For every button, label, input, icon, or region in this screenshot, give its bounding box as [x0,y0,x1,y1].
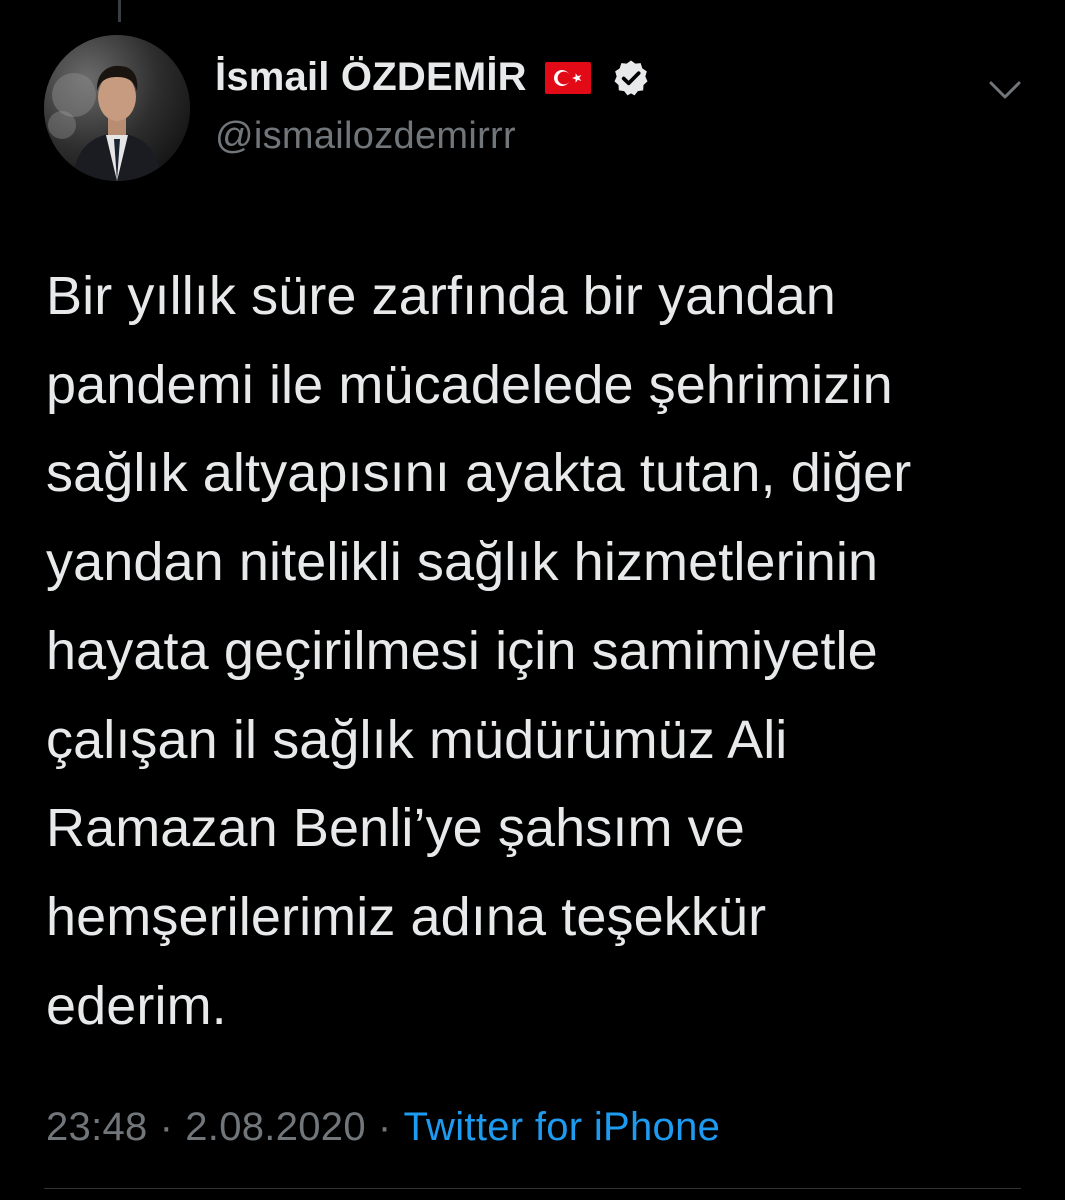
thread-connector-line [118,0,121,22]
tweet-header: İsmail ÖZDEMİR @ismailozdemirrr [44,35,1065,183]
author-display-name[interactable]: İsmail ÖZDEMİR [215,55,527,100]
meta-separator: · [159,1105,174,1149]
tweet-date[interactable]: 2.08.2020 [185,1105,366,1149]
verified-badge-icon [611,58,651,98]
tweet-time[interactable]: 23:48 [46,1105,148,1149]
avatar-photo-icon [44,35,190,181]
meta-separator: · [377,1105,392,1149]
tweet-metadata: 23:48 · 2.08.2020 · Twitter for iPhone [46,1105,720,1150]
tweet-text: Bir yıllık süre zarfında bir yandan pand… [46,266,912,1036]
chevron-down-icon[interactable] [987,77,1023,103]
tweet-source-link[interactable]: Twitter for iPhone [404,1105,721,1149]
author-name-row: İsmail ÖZDEMİR [215,55,651,100]
divider [44,1188,1021,1189]
author-handle[interactable]: @ismailozdemirrr [215,115,516,158]
avatar[interactable] [44,35,190,181]
turkey-flag-icon [544,61,591,94]
